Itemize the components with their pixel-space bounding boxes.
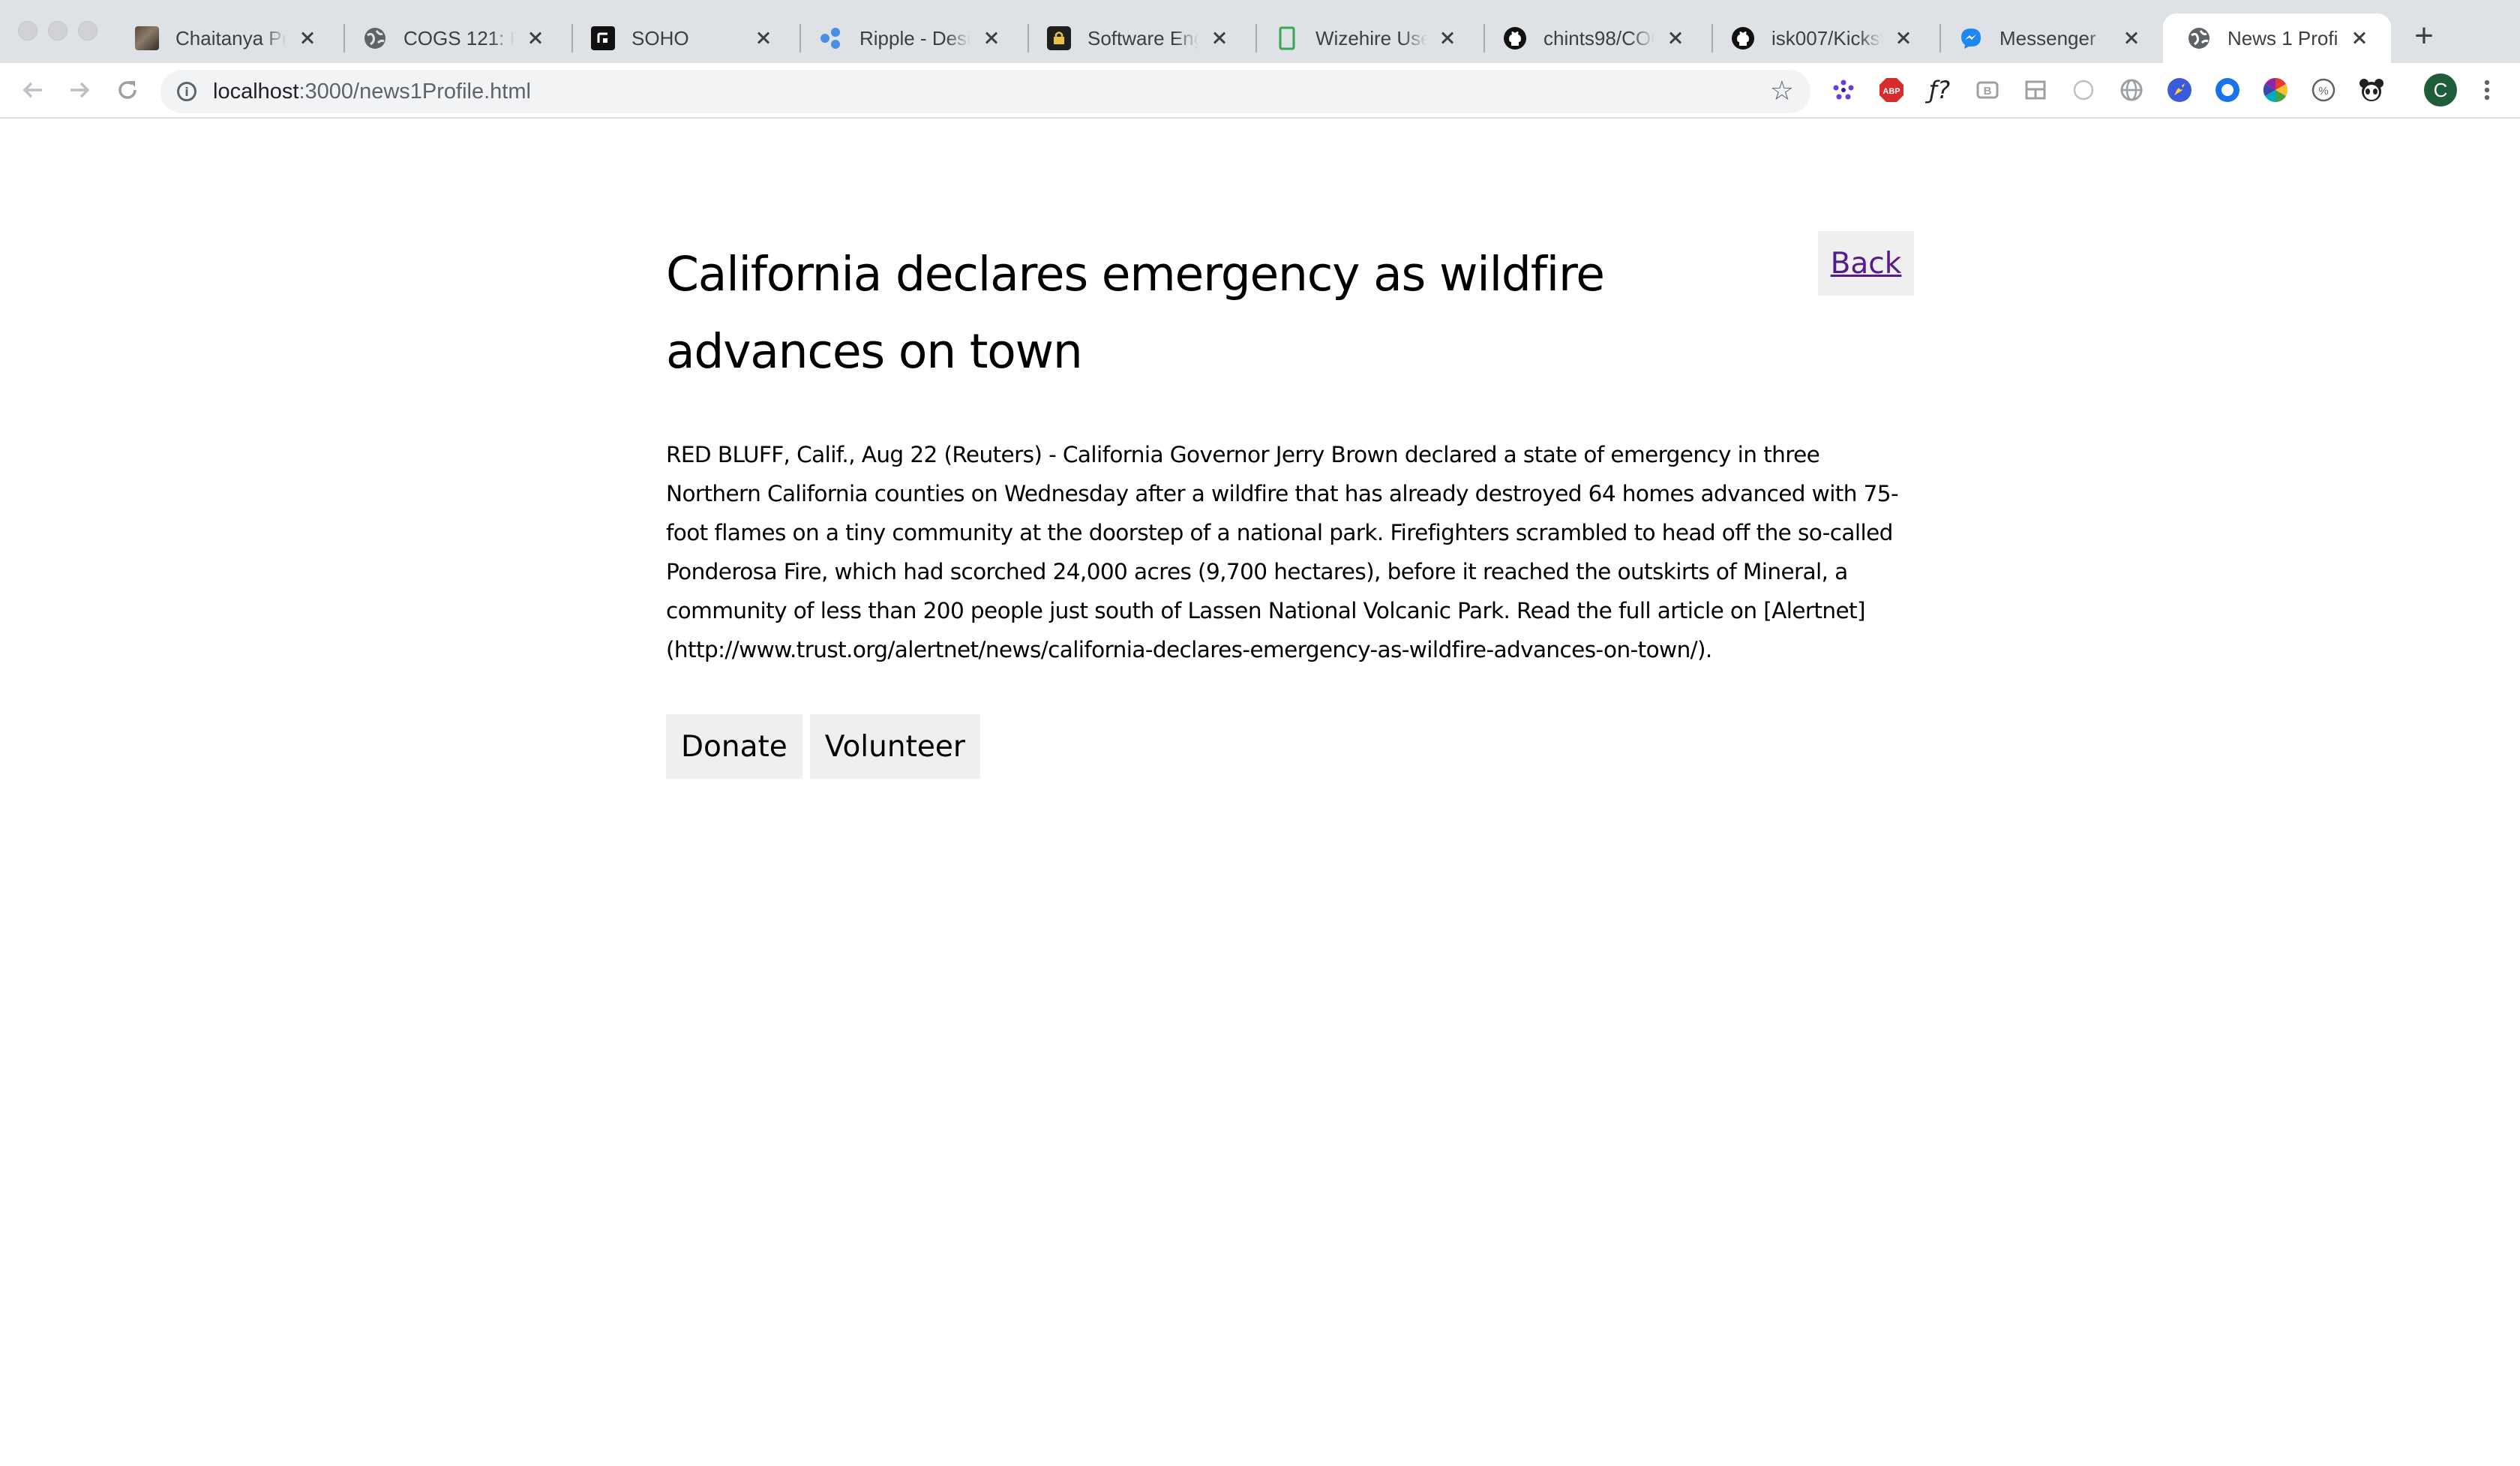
ripple-logo-icon <box>819 26 843 50</box>
messenger-icon <box>1959 26 1983 50</box>
web-extension-icon[interactable] <box>2118 77 2145 104</box>
back-arrow-icon[interactable] <box>16 74 50 107</box>
bookmark-star-icon[interactable]: ☆ <box>1770 76 1794 107</box>
panda-extension-icon[interactable] <box>2358 77 2385 104</box>
close-icon[interactable] <box>2349 28 2370 49</box>
tab-title: COGS 121: Human <box>404 26 514 50</box>
tab-software-engineer[interactable]: Software Engineer <box>1023 14 1251 63</box>
ring-extension-icon[interactable] <box>2214 77 2241 104</box>
tab-title: Software Engineer <box>1088 26 1198 50</box>
close-icon[interactable] <box>297 28 318 49</box>
globe-icon <box>2187 26 2211 50</box>
tab-ripple-design[interactable]: Ripple - Design <box>795 14 1023 63</box>
tab-title: isk007/Kickstarter <box>1772 26 1882 50</box>
github-icon <box>1731 26 1755 50</box>
address-bar[interactable]: i localhost:3000/news1Profile.html ☆ <box>160 70 1810 113</box>
svg-text:%: % <box>2318 85 2328 98</box>
close-icon[interactable] <box>2121 28 2142 49</box>
article-body: RED BLUFF, Calif., Aug 22 (Reuters) - Ca… <box>666 442 1899 662</box>
github-icon <box>1503 26 1527 50</box>
globe-icon <box>363 26 387 50</box>
maximize-window-button[interactable] <box>78 21 98 41</box>
new-tab-button[interactable]: + <box>2408 20 2440 53</box>
reload-icon[interactable] <box>111 74 144 107</box>
minimize-window-button[interactable] <box>48 21 68 41</box>
color-wheel-extension-icon[interactable] <box>2262 77 2289 104</box>
tab-title: News 1 Profile <box>2228 26 2338 50</box>
info-icon[interactable]: i <box>177 82 196 101</box>
tab-chaitanya-prasad[interactable]: Chaitanya Prasad <box>111 14 339 63</box>
tab-cogs-121[interactable]: COGS 121: Human <box>339 14 567 63</box>
back-link[interactable]: Back <box>1818 231 1914 296</box>
tab-wizehire-user-guide[interactable]: Wizehire User Guide <box>1251 14 1479 63</box>
tab-title: Chaitanya Prasad <box>176 26 286 50</box>
close-icon[interactable] <box>1209 28 1230 49</box>
tab-isk007-kickstarter[interactable]: isk007/Kickstarter <box>1707 14 1935 63</box>
tab-messenger[interactable]: Messenger <box>1935 14 2163 63</box>
kebab-menu-icon[interactable] <box>2474 77 2500 104</box>
volunteer-button[interactable]: Volunteer <box>809 714 980 779</box>
news-article: California declares emergency as wildfir… <box>666 231 1914 779</box>
layout-extension-icon[interactable] <box>2022 77 2049 104</box>
tab-soho[interactable]: SOHO <box>567 14 795 63</box>
close-icon[interactable] <box>1437 28 1458 49</box>
profile-avatar[interactable]: C <box>2424 74 2457 107</box>
close-icon[interactable] <box>753 28 774 49</box>
percent-extension-icon[interactable]: % <box>2310 77 2337 104</box>
circle-extension-icon[interactable] <box>2070 77 2097 104</box>
close-icon[interactable] <box>1893 28 1914 49</box>
close-icon[interactable] <box>1665 28 1686 49</box>
tab-title: SOHO <box>632 26 689 50</box>
article-headline: California declares emergency as wildfir… <box>666 247 1605 379</box>
tab-title: Messenger <box>2000 26 2096 50</box>
adblock-plus-icon[interactable]: ABP <box>1878 77 1905 104</box>
close-icon[interactable] <box>525 28 546 49</box>
browser-chrome: Chaitanya Prasad COGS 121: Human SOHO <box>0 0 2520 119</box>
tab-news-1-profile[interactable]: News 1 Profile <box>2163 14 2391 63</box>
person-photo-icon <box>135 26 159 50</box>
rocket-extension-icon[interactable] <box>2166 77 2193 104</box>
soho-logo-icon <box>591 26 615 50</box>
close-icon[interactable] <box>981 28 1002 49</box>
svg-text:ABP: ABP <box>1882 87 1900 96</box>
donate-button[interactable]: Donate <box>666 714 802 779</box>
url-text[interactable]: localhost:3000/news1Profile.html <box>213 80 531 104</box>
tab-strip: Chaitanya Prasad COGS 121: Human SOHO <box>0 0 2520 63</box>
lock-badge-icon <box>1047 26 1071 50</box>
tab-title: Ripple - Design <box>860 26 970 50</box>
dots-extension-icon[interactable] <box>1830 77 1857 104</box>
b-extension-icon[interactable]: B <box>1974 77 2001 104</box>
whatfont-extension-icon[interactable]: ƒ? <box>1926 76 1953 104</box>
action-buttons: Donate Volunteer <box>666 714 1914 779</box>
tab-chints98-cogs121[interactable]: chints98/COGS121 <box>1479 14 1707 63</box>
page-content: California declares emergency as wildfir… <box>0 119 2520 1466</box>
close-window-button[interactable] <box>18 21 38 41</box>
document-icon <box>1275 26 1299 50</box>
tab-title: Wizehire User Guide <box>1316 26 1426 50</box>
forward-arrow-icon[interactable] <box>63 74 96 107</box>
svg-text:B: B <box>1984 85 1992 98</box>
tab-title: chints98/COGS121 <box>1544 26 1654 50</box>
